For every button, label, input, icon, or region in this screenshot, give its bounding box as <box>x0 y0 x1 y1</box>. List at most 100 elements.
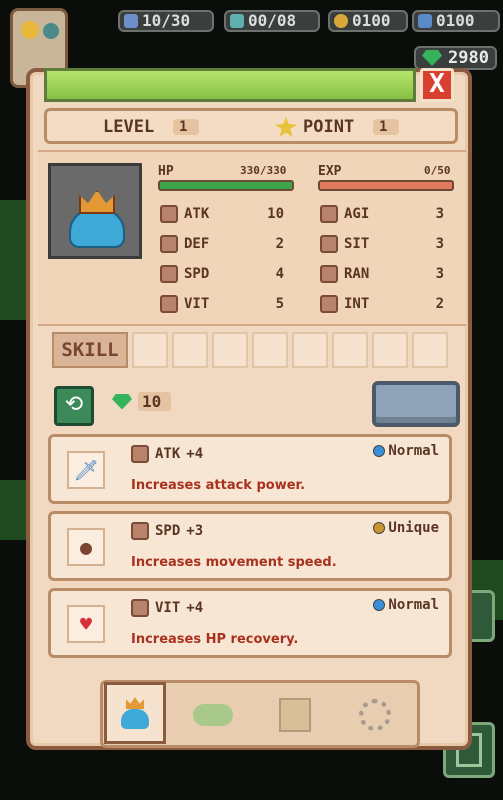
hp-label: HP <box>158 164 174 179</box>
card-stat: ATK +4 <box>131 445 203 463</box>
heart-icon: ♥ <box>67 605 105 643</box>
skill-slot[interactable] <box>372 332 408 368</box>
scroll-counter: 0100 <box>412 10 500 32</box>
tab-pets[interactable] <box>188 690 238 740</box>
rarity-badge: Unique <box>373 520 439 536</box>
card-stat-bonus: +4 <box>186 600 204 616</box>
stat-value: 2 <box>275 236 284 252</box>
heart-icon <box>131 599 149 617</box>
boot-icon <box>131 522 149 540</box>
stat-value: 4 <box>275 266 284 282</box>
stat-value: 2 <box>435 296 444 312</box>
upgrade-card[interactable]: 🗡 ATK +4 Normal Increases attack power. <box>48 434 452 504</box>
level-bar: LEVEL 1 POINT 1 <box>44 108 458 144</box>
confirm-button[interactable] <box>372 381 460 427</box>
skill-row: SKILL <box>52 332 448 368</box>
heart-icon <box>160 295 178 313</box>
close-button[interactable]: X <box>420 68 454 102</box>
sword-icon <box>124 14 138 28</box>
rarity-badge: Normal <box>373 597 439 613</box>
chat-icon <box>230 14 244 28</box>
hp-bar <box>158 180 294 191</box>
refresh-icon: ⟲ <box>64 392 84 417</box>
stat-value: 5 <box>275 296 284 312</box>
skill-slot[interactable] <box>212 332 248 368</box>
stat-ran: RAN 3 <box>320 265 444 283</box>
tab-quests[interactable] <box>270 690 320 740</box>
boot-icon: ● <box>67 528 105 566</box>
card-stat: VIT +4 <box>131 599 203 617</box>
chat-counter-value: 00/08 <box>248 11 297 30</box>
stat-vit: VIT 5 <box>160 295 284 313</box>
rarity-label: Normal <box>388 597 439 613</box>
skill-slot[interactable] <box>132 332 168 368</box>
boot-icon <box>160 265 178 283</box>
stat-sit: SIT 3 <box>320 235 444 253</box>
card-stat-name: SPD <box>155 523 181 539</box>
hp-bar-fill <box>160 182 292 189</box>
pets-icon <box>193 704 233 726</box>
coin-icon <box>334 14 348 28</box>
skill-slot[interactable] <box>292 332 328 368</box>
boot-stair-icon <box>131 445 149 463</box>
reroll-cost: 10 <box>112 392 172 411</box>
card-description: Increases attack power. <box>131 478 306 493</box>
hp-value: 330/330 <box>240 164 287 177</box>
rarity-label: Normal <box>388 443 439 459</box>
chat-counter: 00/08 <box>224 10 320 32</box>
skill-slot[interactable] <box>412 332 448 368</box>
crown-icon <box>79 190 115 214</box>
upgrade-card[interactable]: ● SPD +3 Unique Increases movement speed… <box>48 511 452 581</box>
tab-character[interactable] <box>104 682 166 744</box>
tab-settings[interactable] <box>350 690 400 740</box>
exp-bar <box>318 180 454 191</box>
reroll-button[interactable]: ⟲ <box>54 386 94 426</box>
coin-counter: 0100 <box>328 10 408 32</box>
stat-agi: AGI 3 <box>320 205 444 223</box>
skill-slot[interactable] <box>172 332 208 368</box>
rarity-dot <box>373 522 386 534</box>
skill-slot[interactable] <box>332 332 368 368</box>
stat-value: 10 <box>267 206 284 222</box>
stat-name: INT <box>344 296 370 312</box>
rarity-dot <box>373 599 386 611</box>
panel-header <box>44 68 416 102</box>
card-stat-bonus: +4 <box>186 446 204 462</box>
agility-icon <box>320 205 338 223</box>
upgrade-card[interactable]: ♥ VIT +4 Normal Increases HP recovery. <box>48 588 452 658</box>
range-icon <box>320 265 338 283</box>
reroll-cost-value: 10 <box>138 392 172 411</box>
rarity-label: Unique <box>388 520 439 536</box>
stat-name: SIT <box>344 236 370 252</box>
stat-int: INT 2 <box>320 295 444 313</box>
card-stat: SPD +3 <box>131 522 203 540</box>
eye-icon <box>320 235 338 253</box>
stat-name: SPD <box>184 266 210 282</box>
stat-name: AGI <box>344 206 370 222</box>
stat-def: DEF 2 <box>160 235 284 253</box>
star-icon <box>275 117 297 137</box>
scroll-value: 0100 <box>436 11 475 30</box>
rarity-badge: Normal <box>373 443 439 459</box>
map-question-icon <box>279 698 311 732</box>
boot-stair-icon <box>160 205 178 223</box>
shield-icon <box>160 235 178 253</box>
stat-value: 3 <box>435 206 444 222</box>
stat-spd: SPD 4 <box>160 265 284 283</box>
stat-value: 3 <box>435 236 444 252</box>
skill-label: SKILL <box>52 332 128 368</box>
card-description: Increases movement speed. <box>131 555 337 570</box>
rarity-dot <box>373 445 386 457</box>
slime-crown-icon <box>117 695 153 731</box>
skill-slot[interactable] <box>252 332 288 368</box>
gem-counter: 2980 <box>414 46 497 70</box>
moon-icon <box>43 23 59 39</box>
point-value: 1 <box>373 119 400 135</box>
stat-name: RAN <box>344 266 370 282</box>
sun-icon <box>21 21 39 39</box>
gem-icon <box>422 50 443 66</box>
point-label: POINT <box>303 117 355 137</box>
stat-value: 3 <box>435 266 444 282</box>
stat-atk: ATK 10 <box>160 205 284 223</box>
card-stat-bonus: +3 <box>186 523 204 539</box>
